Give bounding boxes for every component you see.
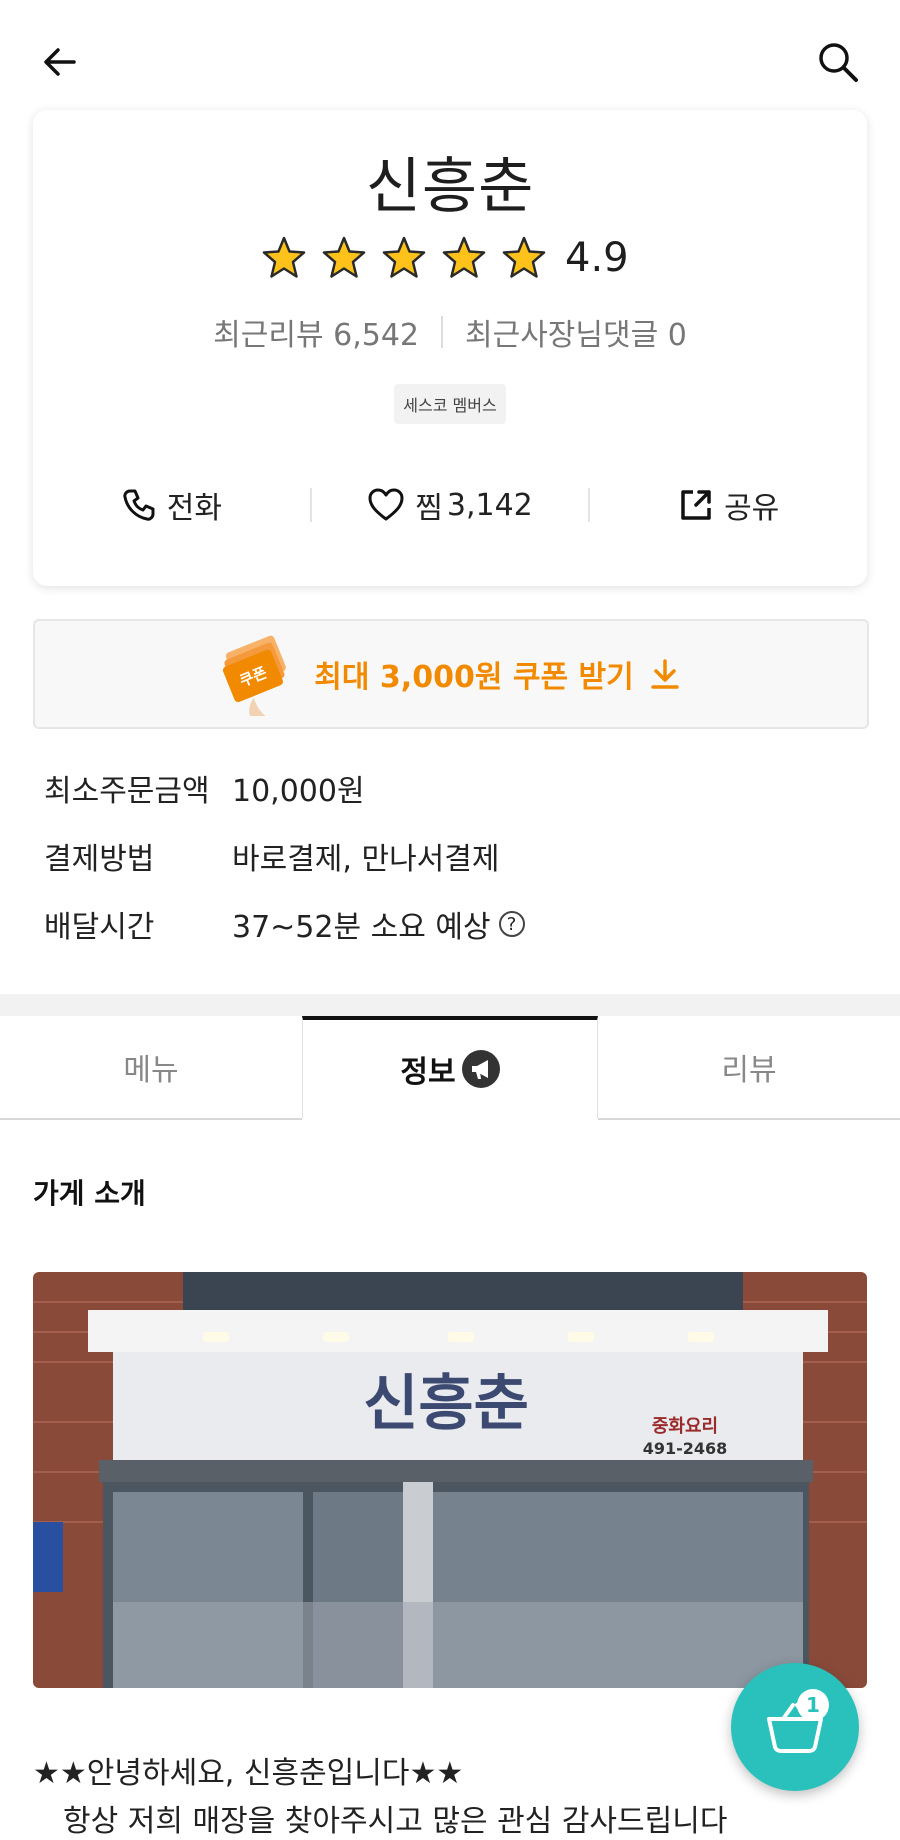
sign-subtitle: 중화요리 <box>652 1416 718 1437</box>
star-icon <box>442 236 486 278</box>
coupon-text: 최대 3,000원 쿠폰 받기 <box>314 660 634 695</box>
sign-store-name: 신흥춘 <box>363 1369 529 1439</box>
tab-label: 메뉴 <box>123 1053 179 1088</box>
info-value: 10,000원 <box>232 774 365 809</box>
store-actions: 전화 찜 3,142 공유 <box>33 470 867 540</box>
star-icon <box>322 236 366 278</box>
section-divider <box>0 994 900 1016</box>
share-label: 공유 <box>724 491 780 526</box>
section-title: 가게 소개 <box>33 1177 146 1210</box>
recent-owner-replies[interactable]: 최근사장님댓글 0 <box>465 310 687 354</box>
tab-label: 리뷰 <box>721 1053 777 1088</box>
sign-phone: 491-2468 <box>643 1439 728 1458</box>
recent-reviews[interactable]: 최근리뷰 6,542 <box>213 310 419 354</box>
cesco-members-badge: 세스코 멤버스 <box>394 384 506 424</box>
heart-icon <box>368 488 404 521</box>
cart-button[interactable]: 1 <box>731 1663 859 1791</box>
info-row-delivery-time: 배달시간 37~52분 소요 예상 ? <box>44 902 525 946</box>
share-icon <box>681 490 711 520</box>
tab-info[interactable]: 정보 <box>302 1016 598 1118</box>
download-icon <box>650 659 679 689</box>
call-label: 전화 <box>166 491 222 526</box>
intro-line-2: 항상 저희 매장을 찾아주시고 많은 관심 감사드립니다 <box>63 1804 728 1839</box>
like-button[interactable]: 찜 3,142 <box>312 483 589 527</box>
tab-label: 정보 <box>400 1055 456 1090</box>
back-arrow-icon <box>44 48 76 76</box>
cart-count-badge: 1 <box>797 1689 829 1721</box>
storefront-photo: 신흥춘 중화요리 491-2468 <box>33 1272 867 1688</box>
info-row-payment: 결제방법 바로결제, 만나서결제 <box>44 834 499 878</box>
star-icon <box>382 236 426 278</box>
store-name: 신흥춘 <box>365 152 535 222</box>
store-info-card: 신흥춘 4.9 최근리뷰 6,542 최근사장님댓글 0 세스코 멤버스 전화 … <box>33 110 867 586</box>
star-icon <box>502 236 546 278</box>
info-label: 배달시간 <box>44 910 155 945</box>
star-icon <box>262 236 306 278</box>
tab-menu[interactable]: 메뉴 <box>0 1016 302 1120</box>
like-count: 3,142 <box>446 487 533 523</box>
help-icon[interactable]: ? <box>498 911 525 937</box>
info-value: 37~52분 소요 예상 <box>232 910 491 945</box>
coupon-download-button[interactable]: 쿠폰 최대 3,000원 쿠폰 받기 <box>33 619 869 729</box>
phone-icon <box>123 489 155 521</box>
counts-divider <box>441 316 443 348</box>
intro-line-1: ★★안녕하세요, 신흥춘입니다★★ <box>33 1756 464 1791</box>
info-label: 최소주문금액 <box>44 774 210 809</box>
info-value: 바로결제, 만나서결제 <box>232 842 500 877</box>
tab-review[interactable]: 리뷰 <box>598 1016 900 1120</box>
info-label: 결제방법 <box>44 842 155 877</box>
info-row-min-order: 최소주문금액 10,000원 <box>44 766 365 810</box>
back-button[interactable] <box>30 32 90 92</box>
search-button[interactable] <box>808 32 868 92</box>
like-label: 찜 <box>415 491 443 526</box>
rating-value: 4.9 <box>565 235 629 281</box>
coupon-ticket-icon: 쿠폰 <box>223 635 287 716</box>
rating-stars: 4.9 <box>261 228 629 288</box>
review-counts: 최근리뷰 6,542 최근사장님댓글 0 <box>33 310 867 354</box>
search-icon <box>819 43 858 82</box>
share-button[interactable]: 공유 <box>590 483 867 527</box>
call-button[interactable]: 전화 <box>33 483 310 527</box>
megaphone-icon <box>461 1050 500 1088</box>
